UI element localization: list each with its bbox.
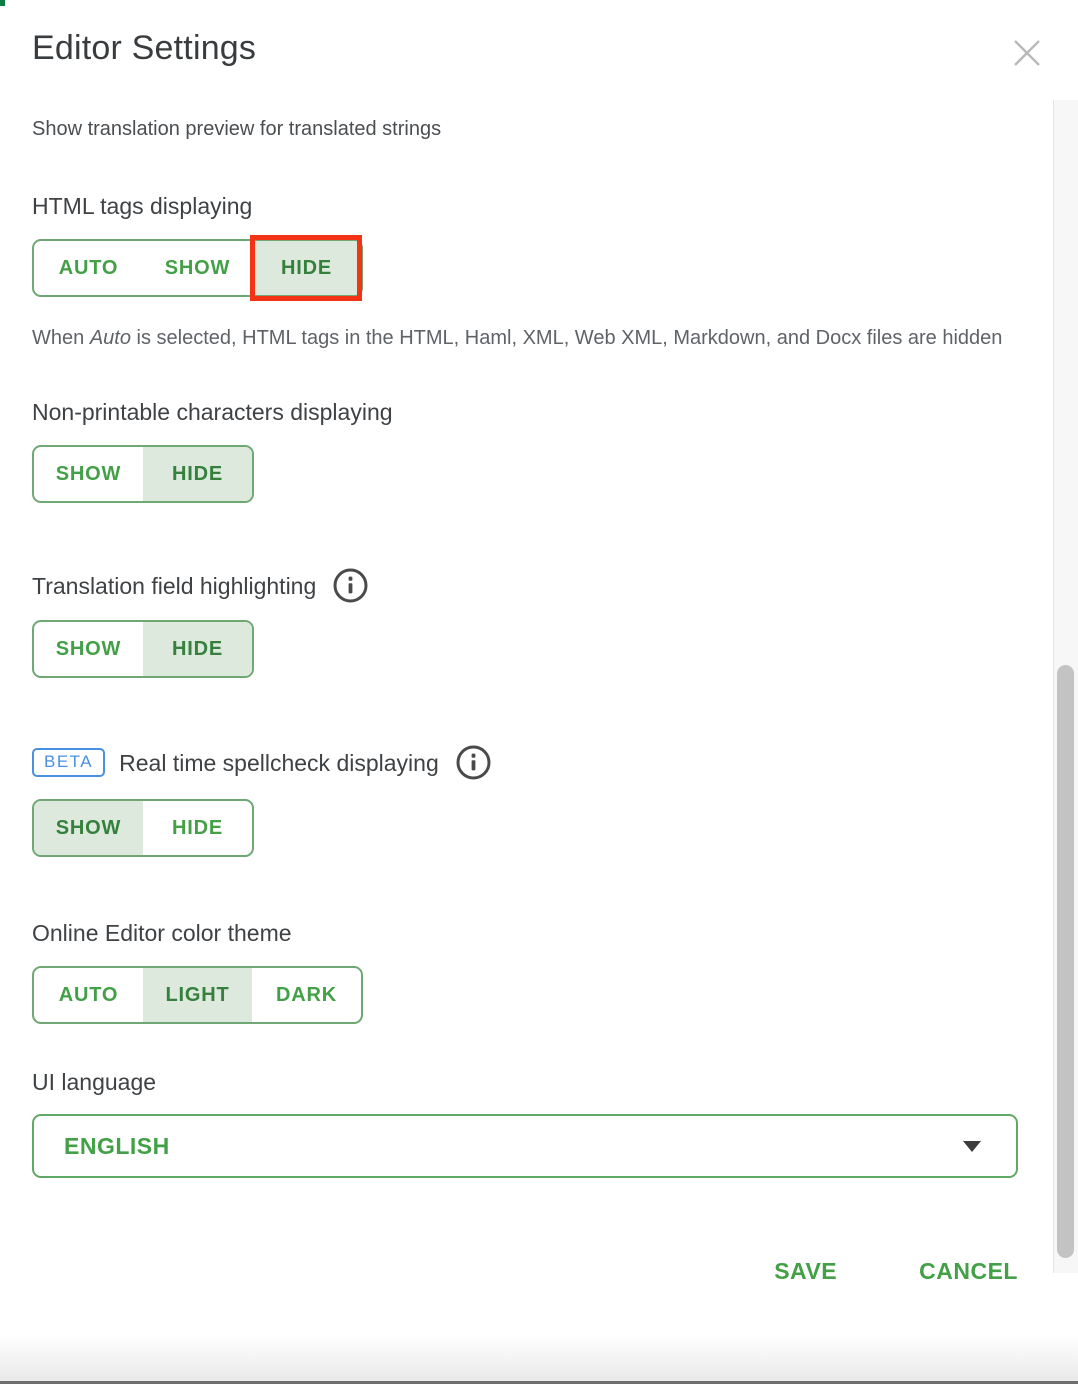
toggle-option-dark[interactable]: DARK: [252, 968, 361, 1022]
setting-field-highlight: Translation field highlighting SHOW HIDE: [32, 567, 1018, 678]
save-button[interactable]: SAVE: [774, 1258, 837, 1285]
toggle-group: SHOW HIDE: [32, 445, 254, 503]
toggle-color-theme: AUTO LIGHT DARK: [32, 966, 363, 1024]
scrollbar-thumb[interactable]: [1057, 665, 1074, 1258]
info-icon[interactable]: [332, 567, 369, 604]
setting-heading: Real time spellcheck displaying: [119, 749, 439, 777]
toggle-option-light[interactable]: LIGHT: [143, 968, 252, 1022]
setting-heading: UI language: [32, 1068, 1018, 1096]
ui-language-value: ENGLISH: [64, 1133, 170, 1160]
toggle-field-highlight: SHOW HIDE: [32, 620, 254, 678]
toggle-group: SHOW HIDE: [32, 799, 254, 857]
toggle-option-show[interactable]: SHOW: [143, 241, 252, 295]
ui-language-select[interactable]: ENGLISH: [32, 1114, 1018, 1178]
toggle-option-show[interactable]: SHOW: [34, 622, 143, 676]
setting-spellcheck: BETA Real time spellcheck displaying SHO…: [32, 744, 1018, 857]
modal-footer: SAVE CANCEL: [32, 1258, 1018, 1285]
toggle-group: AUTO SHOW HIDE: [32, 239, 363, 297]
toggle-group: SHOW HIDE: [32, 620, 254, 678]
setting-html-tags: HTML tags displaying AUTO SHOW HIDE When…: [32, 192, 1018, 356]
toggle-option-hide[interactable]: HIDE: [143, 801, 252, 855]
toggle-option-hide[interactable]: HIDE: [143, 622, 252, 676]
desc-italic: Auto: [90, 327, 131, 349]
toggle-group: AUTO LIGHT DARK: [32, 966, 363, 1024]
bottom-fade: [0, 1335, 1078, 1381]
modal-body: Show translation preview for translated …: [0, 116, 1078, 1285]
heading-row: BETA Real time spellcheck displaying: [32, 744, 1018, 781]
setting-description: When Auto is selected, HTML tags in the …: [32, 320, 1018, 356]
setting-heading: Translation field highlighting: [32, 572, 316, 600]
scrollbar-track[interactable]: [1053, 100, 1078, 1273]
toggle-option-hide[interactable]: HIDE: [143, 447, 252, 501]
setting-heading: Non-printable characters displaying: [32, 398, 1018, 426]
toggle-option-show[interactable]: SHOW: [34, 801, 143, 855]
toggle-option-show[interactable]: SHOW: [34, 447, 143, 501]
beta-badge: BETA: [32, 748, 105, 777]
toggle-non-printable: SHOW HIDE: [32, 445, 254, 503]
toggle-html-tags: AUTO SHOW HIDE: [32, 239, 363, 297]
toggle-option-auto[interactable]: AUTO: [34, 968, 143, 1022]
setting-non-printable: Non-printable characters displaying SHOW…: [32, 398, 1018, 503]
info-icon[interactable]: [455, 744, 492, 781]
modal-header: Editor Settings: [0, 0, 1078, 70]
desc-part: is selected, HTML tags in the HTML, Haml…: [131, 327, 1002, 349]
setting-heading: Online Editor color theme: [32, 919, 1018, 947]
modal-title: Editor Settings: [32, 26, 1046, 70]
intro-text: Show translation preview for translated …: [32, 116, 1018, 142]
setting-heading: HTML tags displaying: [32, 192, 1018, 220]
cancel-button[interactable]: CANCEL: [919, 1258, 1018, 1285]
heading-row: Translation field highlighting: [32, 567, 1018, 604]
toggle-spellcheck: SHOW HIDE: [32, 799, 254, 857]
desc-part: When: [32, 327, 90, 349]
setting-ui-language: UI language ENGLISH: [32, 1068, 1018, 1178]
close-button[interactable]: [1008, 34, 1046, 72]
toggle-option-auto[interactable]: AUTO: [34, 241, 143, 295]
setting-color-theme: Online Editor color theme AUTO LIGHT DAR…: [32, 919, 1018, 1024]
toggle-option-hide[interactable]: HIDE: [252, 241, 361, 295]
chevron-down-icon: [963, 1141, 981, 1152]
close-icon: [1009, 35, 1045, 71]
